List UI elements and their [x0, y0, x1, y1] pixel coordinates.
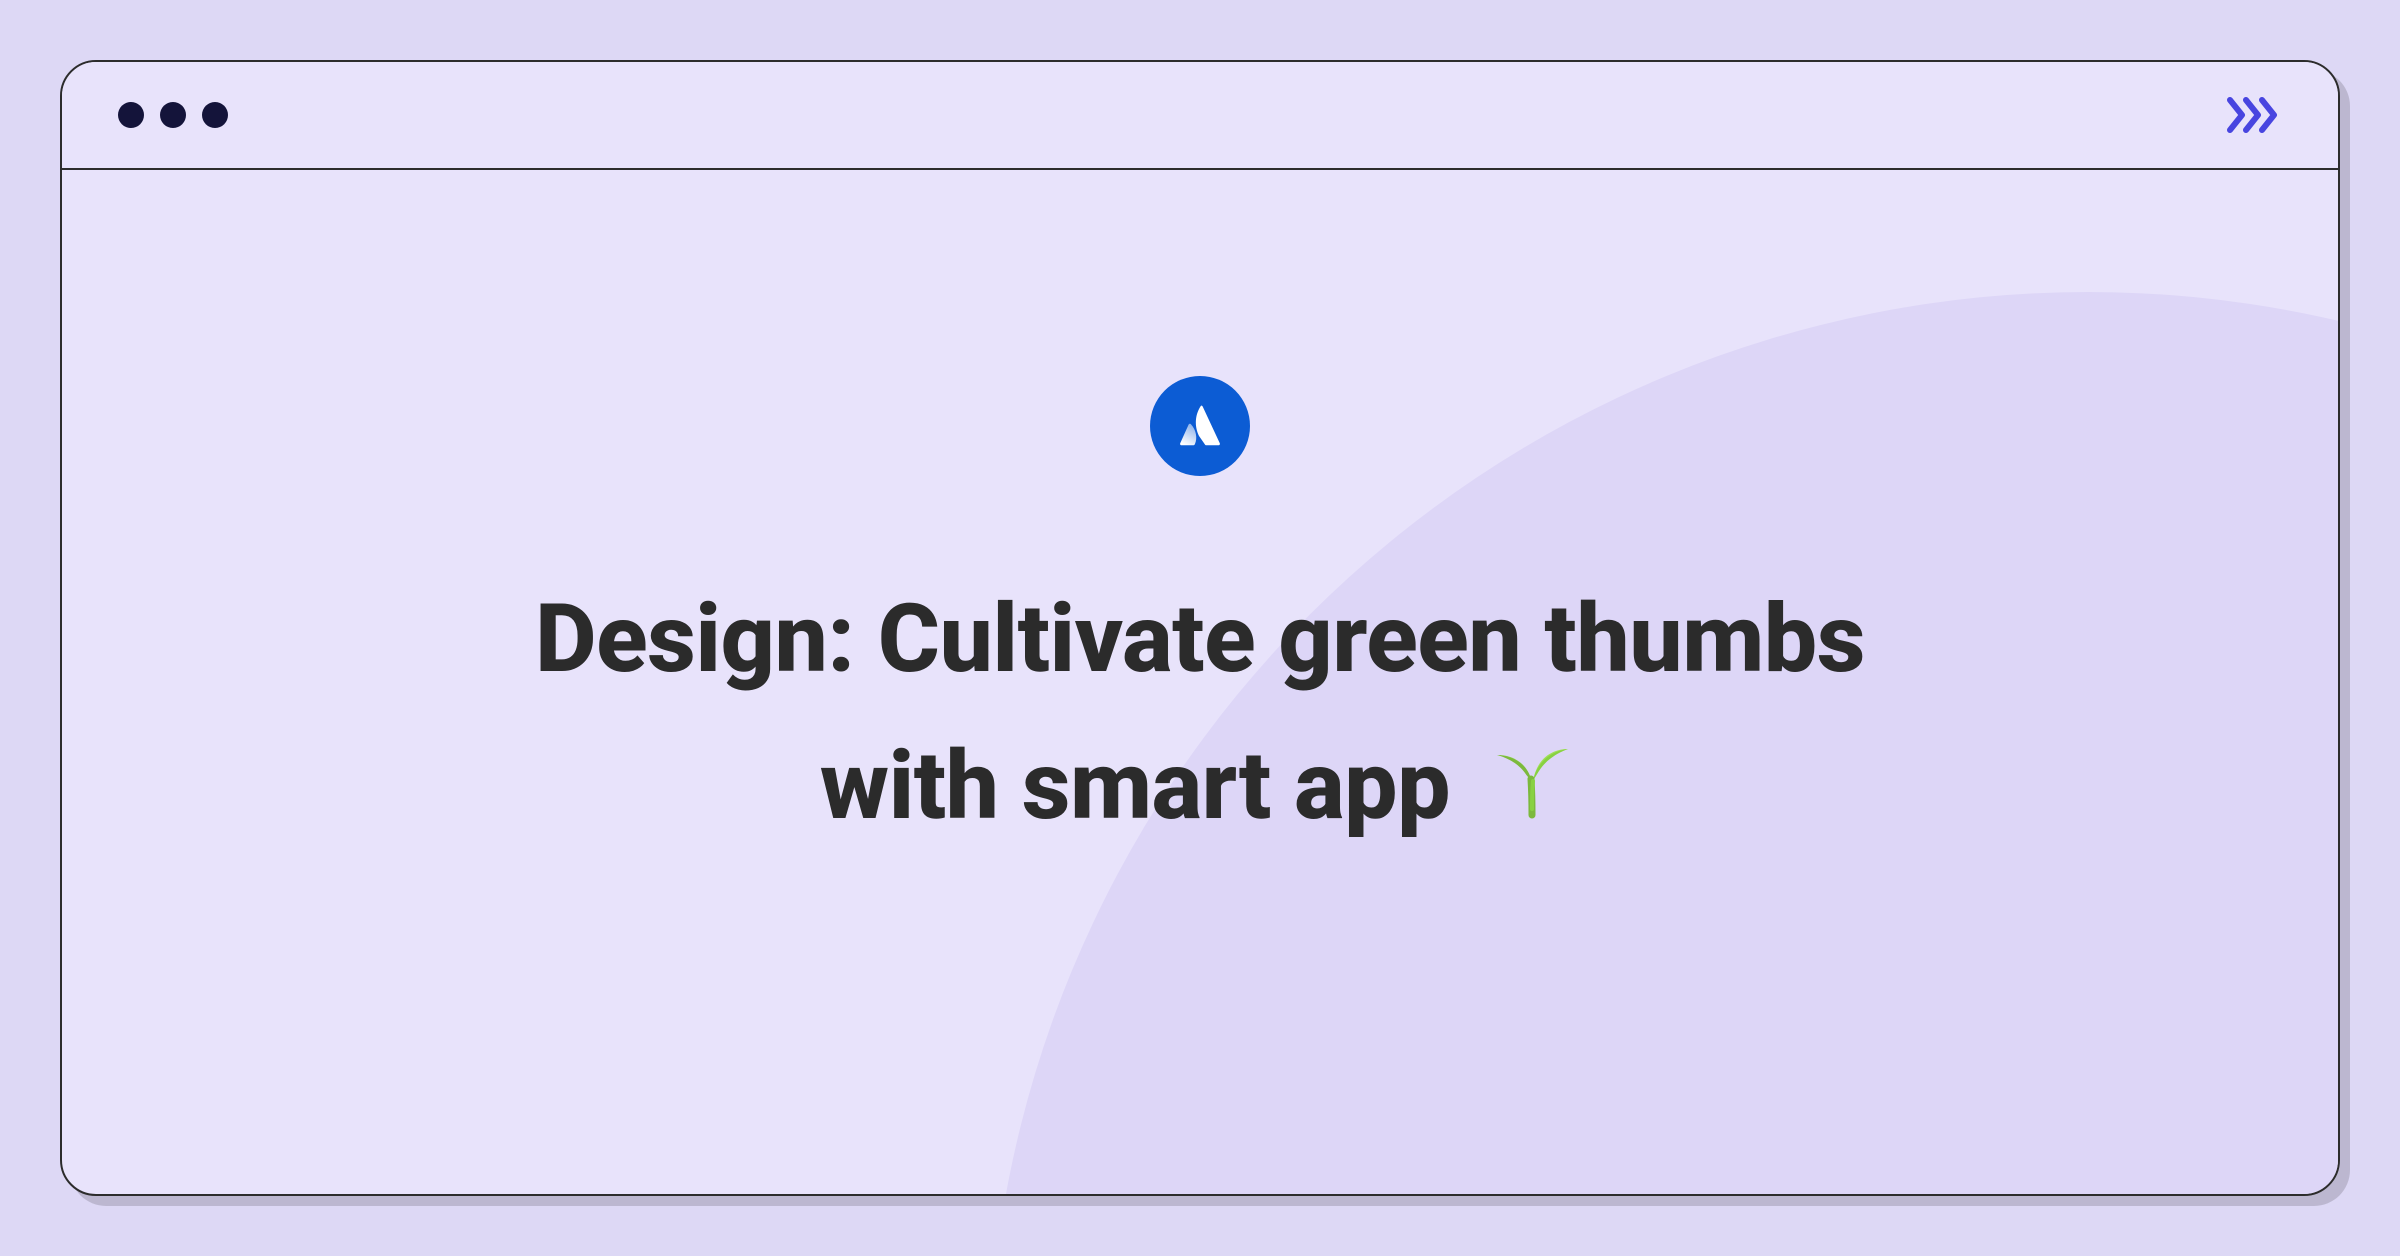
window-titlebar: [62, 62, 2338, 170]
traffic-dot-1[interactable]: [118, 102, 144, 128]
content-area: Design: Cultivate green thumbs with smar…: [62, 170, 2338, 1194]
traffic-dot-2[interactable]: [160, 102, 186, 128]
traffic-lights: [118, 102, 228, 128]
headline: Design: Cultivate green thumbs with smar…: [535, 566, 1865, 869]
traffic-dot-3[interactable]: [202, 102, 228, 128]
seedling-icon: [1485, 721, 1580, 868]
atlassian-logo-icon: [1150, 376, 1250, 476]
chevrons-right-icon[interactable]: [2226, 96, 2282, 134]
browser-window: Design: Cultivate green thumbs with smar…: [60, 60, 2340, 1196]
headline-line-2: with smart app: [820, 731, 1450, 842]
headline-line-1: Design: Cultivate green thumbs: [535, 584, 1865, 695]
